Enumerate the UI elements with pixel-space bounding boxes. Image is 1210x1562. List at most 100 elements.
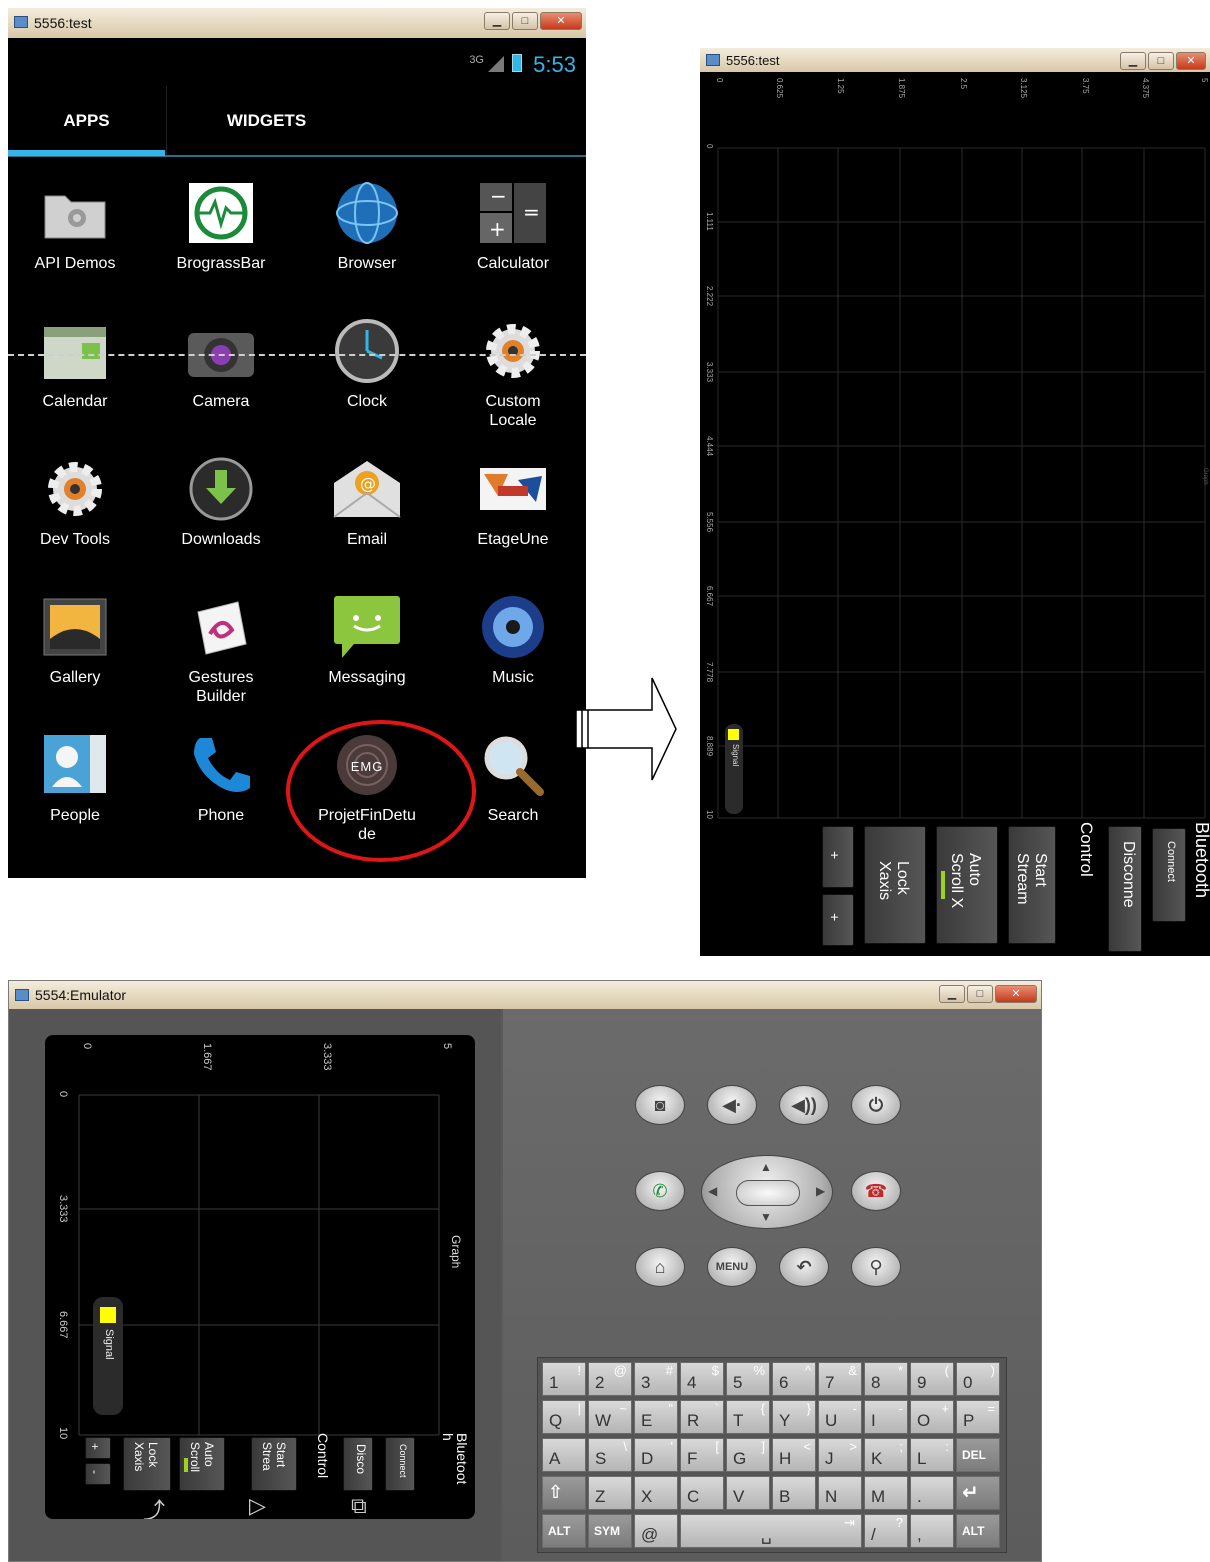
- dpad[interactable]: ▲ ▼ ◀ ▶: [701, 1155, 833, 1229]
- tab-apps[interactable]: APPS: [8, 86, 165, 156]
- key-z[interactable]: Z: [588, 1476, 632, 1510]
- key-u[interactable]: U-: [818, 1400, 862, 1434]
- end-call-button[interactable]: ☎: [851, 1171, 901, 1211]
- key-b[interactable]: B: [772, 1476, 816, 1510]
- app-people[interactable]: People: [5, 720, 145, 850]
- app-clock[interactable]: Clock: [297, 306, 437, 436]
- key-2[interactable]: 2 @: [588, 1362, 632, 1396]
- app-phone[interactable]: Phone: [151, 720, 291, 850]
- key-j[interactable]: J >: [818, 1438, 862, 1472]
- key-comma[interactable]: ,: [910, 1514, 954, 1548]
- maximize-button[interactable]: □: [967, 985, 993, 1003]
- key-4[interactable]: 4 $: [680, 1362, 724, 1396]
- key-x[interactable]: X: [634, 1476, 678, 1510]
- back-button[interactable]: ↶: [779, 1247, 829, 1287]
- key-n[interactable]: N: [818, 1476, 862, 1510]
- plus-button[interactable]: +: [822, 894, 854, 946]
- key-w[interactable]: W ~: [588, 1400, 632, 1434]
- minimize-button[interactable]: ▁: [484, 12, 510, 30]
- auto-scroll-x-button[interactable]: Auto Scroll X: [936, 826, 998, 944]
- key-h[interactable]: H <: [772, 1438, 816, 1472]
- close-button[interactable]: ✕: [995, 985, 1037, 1003]
- key-1[interactable]: 1!: [542, 1362, 586, 1396]
- key-space[interactable]: ␣ ⇥: [680, 1514, 862, 1548]
- key-alt-left[interactable]: ALT: [542, 1514, 586, 1548]
- key-p[interactable]: P =: [956, 1400, 1000, 1434]
- app-downloads[interactable]: Downloads: [151, 444, 291, 574]
- disconnect-button[interactable]: Disconne: [1108, 826, 1142, 952]
- key-e[interactable]: E ": [634, 1400, 678, 1434]
- window-titlebar[interactable]: 5554:Emulator ▁ □ ✕: [9, 981, 1041, 1009]
- app-messaging[interactable]: Messaging: [297, 582, 437, 712]
- key-r[interactable]: R `: [680, 1400, 724, 1434]
- key-5[interactable]: 5%: [726, 1362, 770, 1396]
- key-at[interactable]: @: [634, 1514, 678, 1548]
- key-delete[interactable]: DEL: [956, 1438, 1000, 1472]
- key-7[interactable]: 7 &: [818, 1362, 862, 1396]
- app-calculator[interactable]: − + = Calculator: [443, 168, 583, 298]
- camera-button[interactable]: ◙: [635, 1085, 685, 1125]
- window-titlebar[interactable]: 5556:test ▁ □ ✕: [8, 8, 586, 38]
- recents-nav-icon[interactable]: ⧉: [351, 1493, 367, 1519]
- search-button[interactable]: ⚲: [851, 1247, 901, 1287]
- start-stream-button[interactable]: Start Stream: [1008, 826, 1056, 944]
- home-nav-icon[interactable]: ▷: [249, 1493, 266, 1519]
- plus-button[interactable]: +: [85, 1437, 111, 1459]
- back-nav-icon[interactable]: ⤴: [143, 1493, 165, 1519]
- app-browser[interactable]: Browser: [297, 168, 437, 298]
- auto-scroll-button[interactable]: Auto Scroll: [179, 1437, 225, 1491]
- app-email[interactable]: @ Email: [297, 444, 437, 574]
- key-sym[interactable]: SYM: [588, 1514, 632, 1548]
- dpad-right-icon[interactable]: ▶: [816, 1184, 825, 1198]
- app-brograssbar[interactable]: BrograssBar: [151, 168, 291, 298]
- call-button[interactable]: ✆: [635, 1171, 685, 1211]
- dpad-left-icon[interactable]: ◀: [708, 1184, 717, 1198]
- key-q[interactable]: Q |: [542, 1400, 586, 1434]
- volume-up-button[interactable]: ◀)): [779, 1085, 829, 1125]
- lock-xaxis-button[interactable]: Lock Xaxis: [123, 1437, 171, 1491]
- app-gestures-builder[interactable]: Gestures Builder: [151, 582, 291, 712]
- app-music[interactable]: Music: [443, 582, 583, 712]
- key-9[interactable]: 9(: [910, 1362, 954, 1396]
- dpad-center-button[interactable]: [736, 1180, 800, 1206]
- power-button[interactable]: ⏻: [851, 1085, 901, 1125]
- key-g[interactable]: G]: [726, 1438, 770, 1472]
- key-d[interactable]: D ': [634, 1438, 678, 1472]
- dpad-up-icon[interactable]: ▲: [760, 1160, 772, 1174]
- tab-widgets[interactable]: WIDGETS: [166, 86, 366, 156]
- app-dev-tools[interactable]: Dev Tools: [5, 444, 145, 574]
- app-etageune[interactable]: EtageUne: [443, 444, 583, 574]
- connect-button[interactable]: Connect: [385, 1437, 415, 1491]
- minimize-button[interactable]: ▁: [939, 985, 965, 1003]
- key-0[interactable]: 0): [956, 1362, 1000, 1396]
- connect-button[interactable]: Connect: [1152, 828, 1186, 922]
- key-period[interactable]: .: [910, 1476, 954, 1510]
- lock-xaxis-button[interactable]: Lock Xaxis: [864, 826, 926, 944]
- app-gallery[interactable]: Gallery: [5, 582, 145, 712]
- app-calendar[interactable]: Calendar: [5, 306, 145, 436]
- volume-down-button[interactable]: ◀·: [707, 1085, 757, 1125]
- home-button[interactable]: ⌂: [635, 1247, 685, 1287]
- app-camera[interactable]: Camera: [151, 306, 291, 436]
- key-shift[interactable]: ⇧: [542, 1476, 586, 1510]
- key-i[interactable]: I-: [864, 1400, 908, 1434]
- key-m[interactable]: M: [864, 1476, 908, 1510]
- app-api-demos[interactable]: API Demos: [5, 168, 145, 298]
- key-a[interactable]: A: [542, 1438, 586, 1472]
- maximize-button[interactable]: □: [512, 12, 538, 30]
- key-t[interactable]: T{: [726, 1400, 770, 1434]
- minus-button[interactable]: -: [85, 1463, 111, 1485]
- close-button[interactable]: ✕: [540, 12, 582, 30]
- key-enter[interactable]: ↵: [956, 1476, 1000, 1510]
- start-stream-button[interactable]: Start Strea: [251, 1437, 297, 1491]
- key-o[interactable]: O +: [910, 1400, 954, 1434]
- key-f[interactable]: F[: [680, 1438, 724, 1472]
- key-3[interactable]: 3 #: [634, 1362, 678, 1396]
- key-y[interactable]: Y}: [772, 1400, 816, 1434]
- key-8[interactable]: 8 *: [864, 1362, 908, 1396]
- key-k[interactable]: K;: [864, 1438, 908, 1472]
- key-alt-right[interactable]: ALT: [956, 1514, 1000, 1548]
- plus-button[interactable]: +: [822, 826, 854, 888]
- key-6[interactable]: 6 ^: [772, 1362, 816, 1396]
- app-custom-locale[interactable]: Custom Locale: [443, 306, 583, 436]
